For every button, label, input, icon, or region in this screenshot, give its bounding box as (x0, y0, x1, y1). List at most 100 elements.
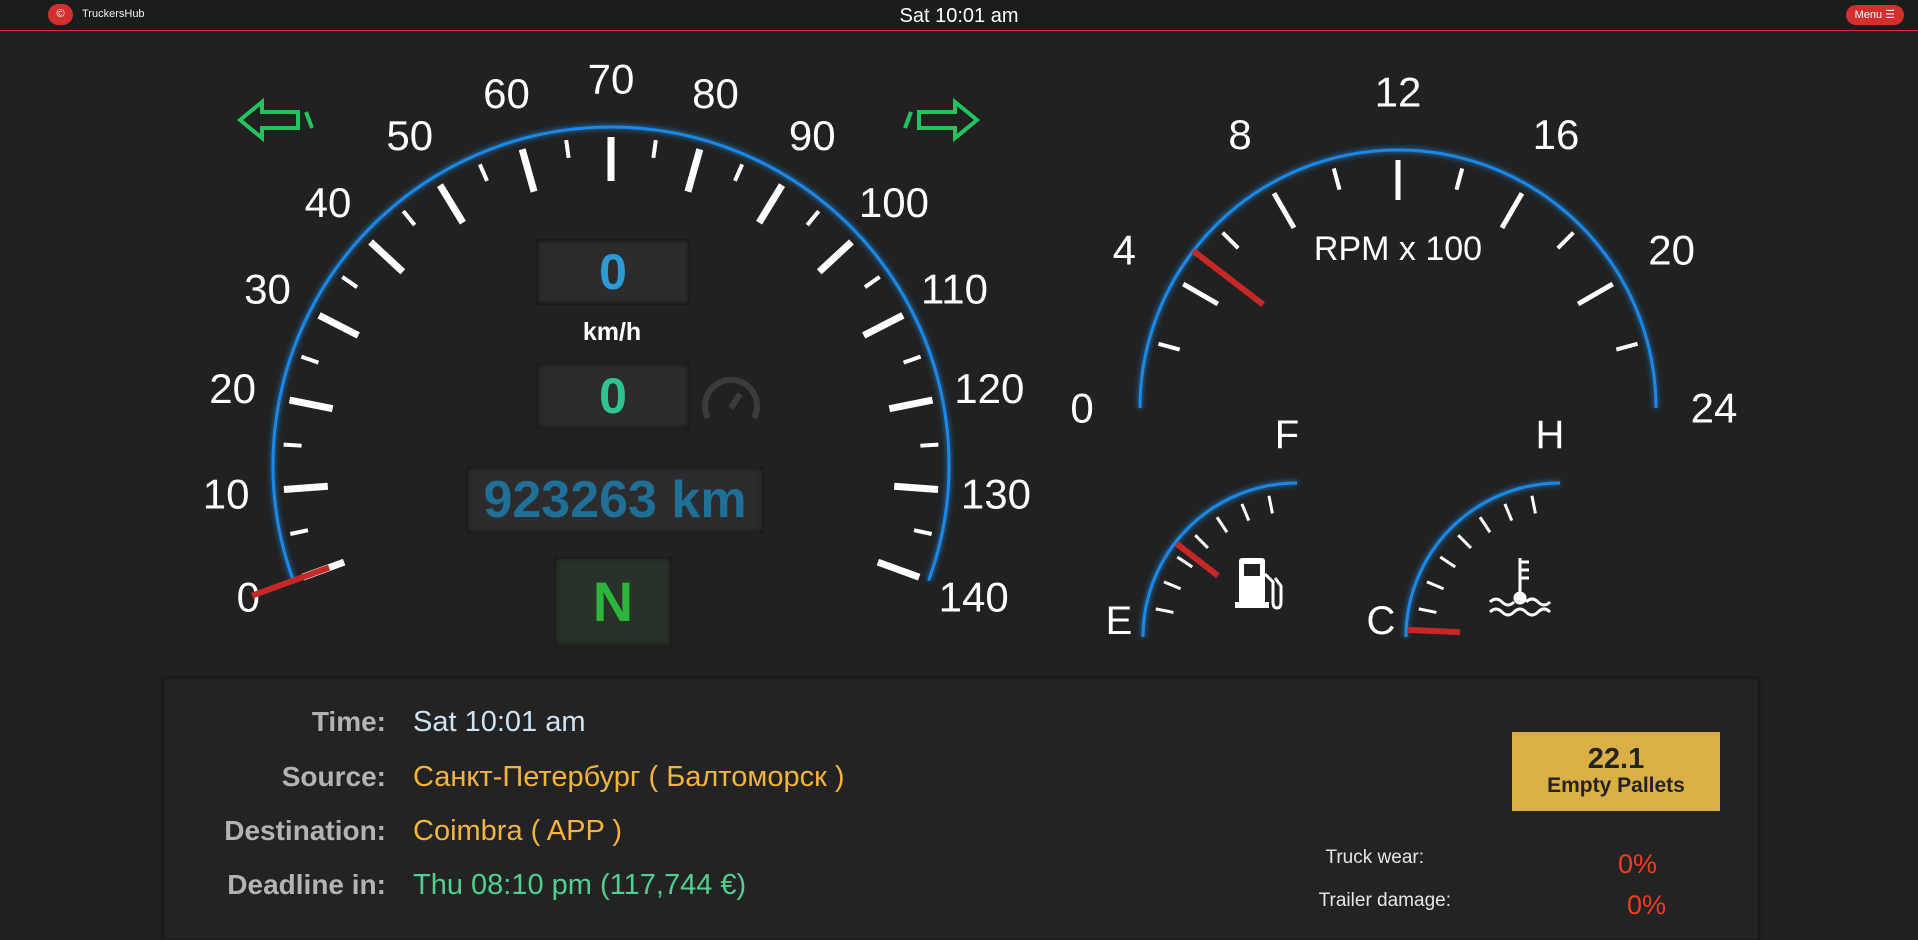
scale-label: 60 (483, 70, 530, 117)
scale-label: 40 (305, 179, 352, 226)
major-tick (368, 239, 406, 275)
left-turn-indicator-icon (236, 97, 314, 143)
info-value: Санкт-Петербург ( Балтоморск ) (413, 761, 845, 793)
odometer-display: 923263 km (466, 467, 764, 533)
major-tick (893, 482, 939, 494)
temp-needle (1408, 626, 1461, 636)
temp-hot-label: H (1536, 413, 1565, 457)
minor-tick (920, 442, 939, 448)
scale-label: 70 (588, 56, 635, 103)
truck-wear-label: Truck wear: (1325, 847, 1424, 868)
gear-display: N (554, 557, 672, 647)
temp-cold-label: C (1367, 599, 1396, 643)
minor-tick (1454, 167, 1465, 191)
info-value: Thu 08:10 pm (117,744 €) (413, 869, 747, 901)
major-tick (1499, 191, 1525, 230)
info-label: Source: (281, 761, 386, 792)
major-tick (684, 148, 704, 193)
minor-tick (564, 139, 571, 159)
major-tick (1267, 495, 1274, 514)
major-tick (436, 183, 466, 225)
coolant-temperature-icon (1488, 558, 1552, 617)
info-row-deadline: Deadline in: Thu 08:10 pm (117,744 €) (164, 869, 1758, 909)
major-tick (518, 148, 538, 193)
minor-tick (913, 528, 933, 536)
scale-label: 12 (1375, 69, 1422, 116)
major-tick (1194, 534, 1209, 549)
speed-unit: km/h (582, 318, 642, 346)
major-tick (1576, 281, 1615, 307)
minor-tick (289, 528, 309, 536)
major-tick (1155, 607, 1174, 614)
major-tick (888, 396, 934, 413)
right-turn-indicator-icon (903, 97, 981, 143)
speed-display: 0 (536, 239, 690, 305)
major-tick (1426, 580, 1445, 591)
cargo-box: 22.1 Empty Pallets (1512, 732, 1720, 811)
minor-tick (283, 442, 302, 448)
info-label: Destination: (224, 815, 386, 846)
minor-tick (1221, 231, 1240, 250)
fuel-arc (1141, 481, 1298, 638)
fuel-full-label: F (1275, 413, 1299, 457)
scale-label: 80 (692, 70, 739, 117)
major-tick (1530, 495, 1537, 514)
fuel-empty-label: E (1106, 599, 1133, 643)
minor-tick (733, 163, 744, 182)
scale-label: 90 (789, 112, 836, 159)
minor-tick (902, 354, 922, 365)
minor-tick (341, 275, 359, 289)
major-tick (1418, 607, 1437, 614)
major-tick (862, 312, 905, 339)
minor-tick (1331, 167, 1342, 191)
info-row-destination: Destination: Coimbra ( APP ) (164, 815, 1758, 855)
minor-tick (478, 163, 489, 182)
major-tick (1478, 516, 1492, 534)
scale-label: 20 (1648, 227, 1695, 274)
minor-tick (1615, 341, 1639, 352)
scale-label: 20 (209, 365, 256, 412)
truck-wear-value: 0% (1618, 849, 1658, 879)
trailer-damage-label: Trailer damage: (1318, 890, 1451, 911)
major-tick (1457, 534, 1472, 549)
minor-tick (651, 139, 658, 159)
major-tick (1215, 516, 1229, 534)
major-tick (288, 396, 334, 413)
cruise-speed-display: 0 (536, 363, 690, 429)
scale-label: 120 (954, 365, 1024, 412)
cargo-name: Empty Pallets (1547, 774, 1685, 797)
scale-label: 24 (1691, 385, 1738, 432)
major-tick (756, 183, 786, 225)
major-tick (1439, 555, 1457, 569)
major-tick (1181, 281, 1220, 307)
scale-label: 16 (1533, 111, 1580, 158)
major-tick (1163, 580, 1182, 591)
major-tick (283, 482, 329, 494)
major-tick (1176, 555, 1194, 569)
scale-label: 30 (244, 265, 291, 312)
minor-tick (1556, 231, 1575, 250)
info-value: Sat 10:01 am (413, 706, 586, 738)
fuel-pump-icon (1235, 558, 1283, 610)
major-tick (816, 239, 854, 275)
scale-label: 130 (961, 470, 1031, 517)
major-tick (876, 558, 921, 581)
scale-label: 110 (921, 265, 988, 312)
minor-tick (863, 275, 881, 289)
major-tick (1240, 503, 1251, 522)
scale-label: 100 (859, 179, 929, 226)
info-value: Coimbra ( APP ) (413, 815, 622, 847)
minor-tick (300, 354, 320, 365)
cruise-control-icon (702, 376, 760, 420)
major-tick (1503, 503, 1514, 522)
minor-tick (805, 209, 821, 227)
minor-tick (1157, 341, 1181, 352)
info-label: Deadline in: (227, 869, 386, 900)
rpm-label: RPM x 100 (1314, 230, 1482, 268)
info-label: Time: (311, 706, 386, 737)
major-tick (317, 312, 360, 339)
major-tick (1271, 191, 1297, 230)
minor-tick (401, 209, 417, 227)
scale-label: 10 (203, 470, 250, 517)
scale-label: 0 (1070, 385, 1093, 432)
